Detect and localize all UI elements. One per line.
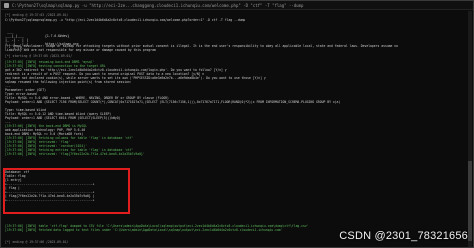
terminal-line: [19:37:06] [INFO] retrieved: 'flag{7f6ec… [5, 152, 145, 156]
terminal-line: Payload: order=1 AND (SELECT 7156 FROM(S… [5, 100, 341, 104]
sqlmap-version: {1.7.6.8#dev} [45, 34, 70, 38]
terminal-icon [4, 2, 9, 8]
scrollbar-thumb[interactable] [468, 161, 472, 241]
title-bar[interactable]: C:\Python27\sqlmap\sqlmap.py -u "http://… [1, 1, 473, 10]
terminal-line: [*] ending @ 19:37:03 /2023-09-01/ [5, 13, 69, 17]
csdn-watermark: CSDN @2301_78321656 [339, 230, 468, 242]
terminal-line: [*] starting @ 19:37:05 /2023-09-01/ [5, 54, 73, 58]
terminal-line: Payload: order=1 AND (SELECT 6614 FROM (… [5, 116, 121, 120]
terminal-line: C:\Python27\sqlmap>sqlmap.py -u "http://… [5, 18, 246, 22]
terminal-line: [19:37:06] [INFO] fetched data logged to… [5, 228, 283, 232]
terminal-line: [*] ending @ 19:37:06 /2023-09-01/ [5, 240, 69, 244]
window-title: C:\Python27\sqlmap\sqlmap.py -u "http://… [12, 2, 304, 8]
terminal-window[interactable]: C:\Python27\sqlmap\sqlmap.py -u "http://… [0, 0, 474, 248]
vertical-scrollbar[interactable] [468, 11, 472, 247]
terminal-line: liability and are not responsible for an… [5, 48, 156, 52]
flag-result-highlight [3, 168, 130, 214]
terminal-line: sqlmap resumed the following injection p… [5, 80, 132, 84]
